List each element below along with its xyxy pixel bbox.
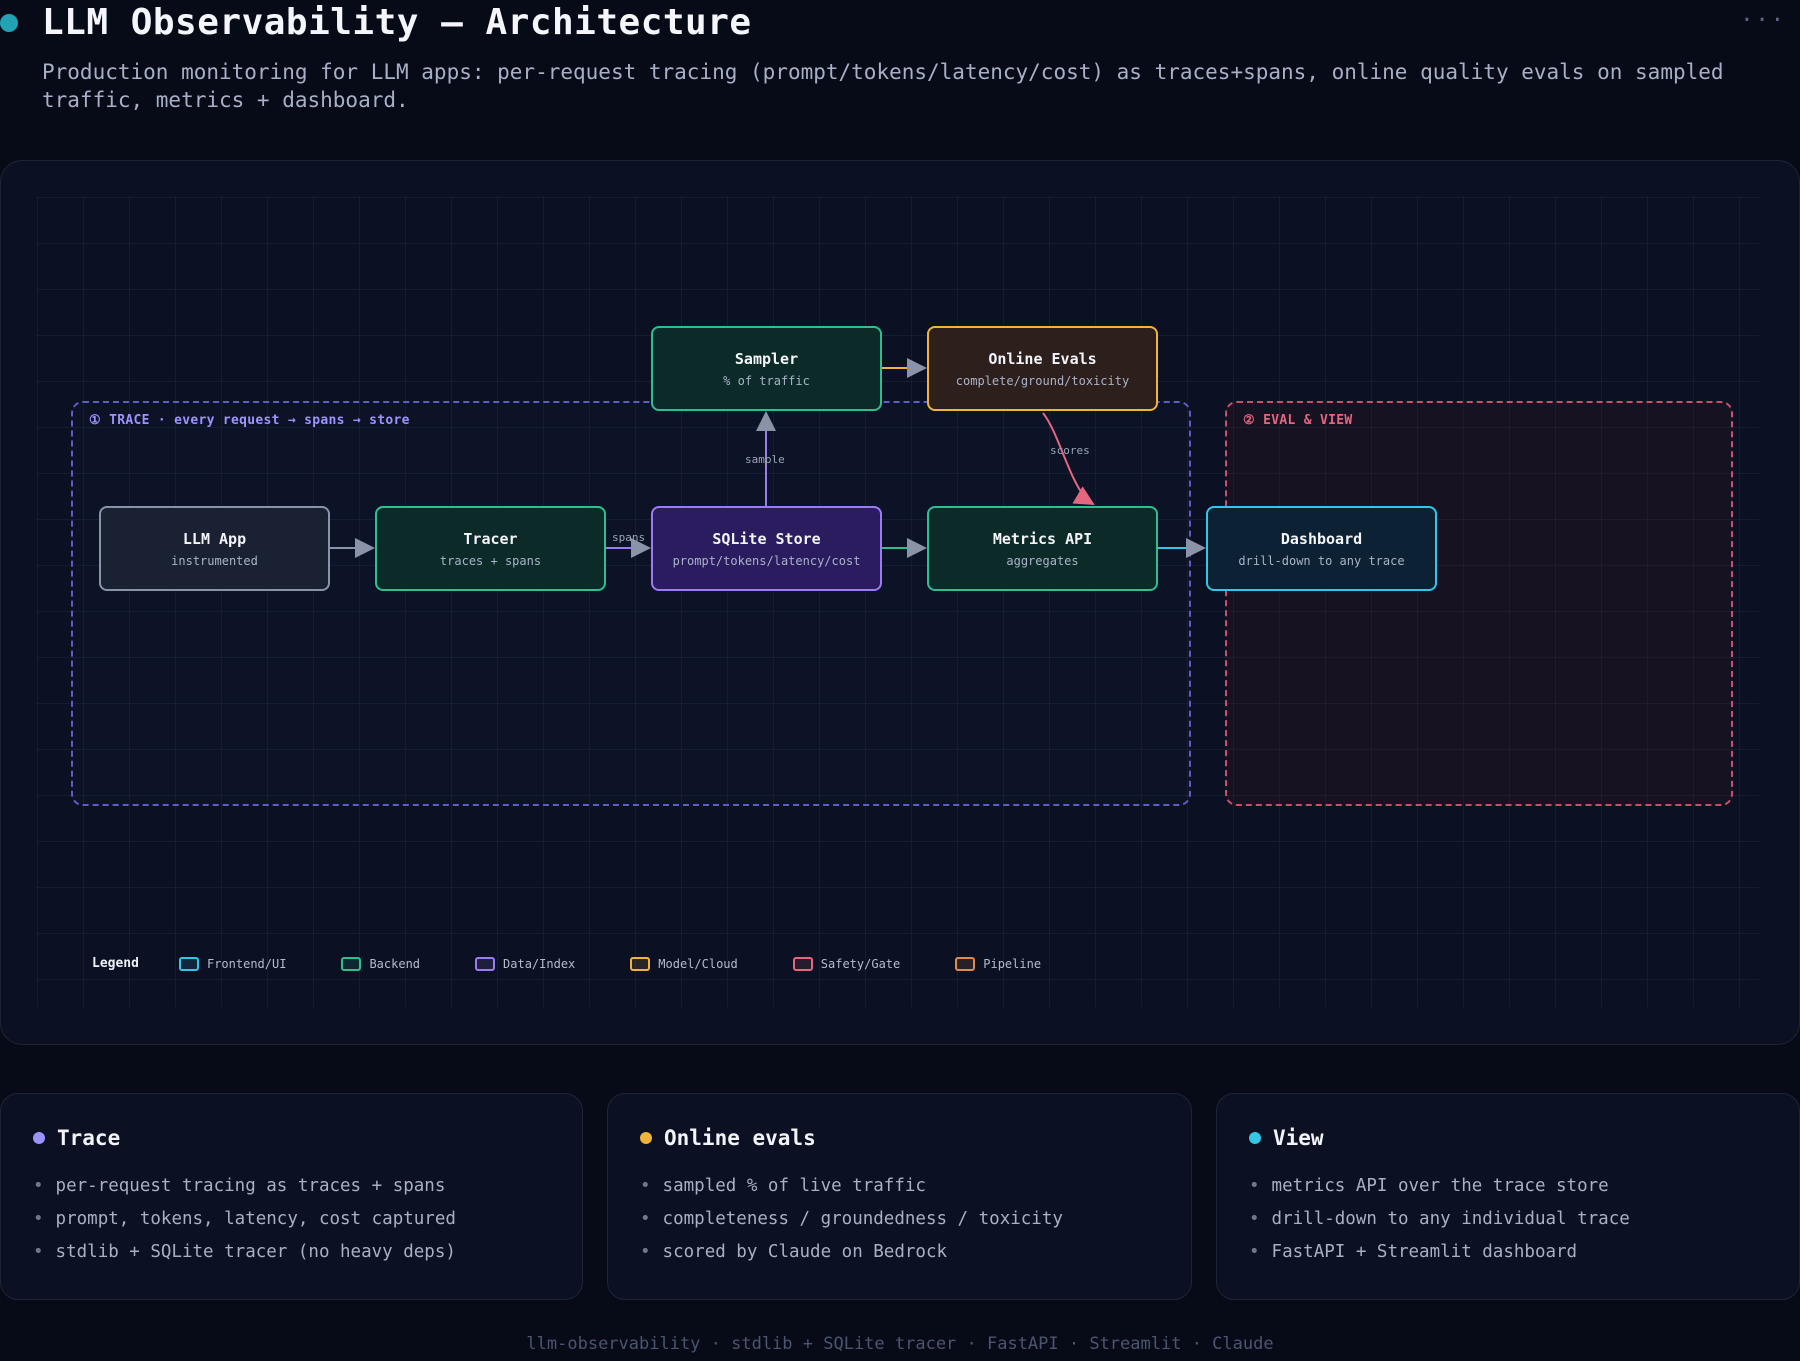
card-title: Trace bbox=[57, 1126, 121, 1150]
card-title: Online evals bbox=[664, 1126, 816, 1150]
legend-swatch bbox=[341, 956, 362, 971]
node-metrics-api[interactable]: Metrics API aggregates bbox=[927, 506, 1158, 591]
edge-layer: spans sample scores bbox=[330, 358, 1206, 558]
list-item: completeness / groundedness / toxicity bbox=[640, 1203, 1063, 1236]
legend: Legend Frontend/UI Backend Data/Index Mo… bbox=[92, 956, 1096, 971]
node-subtitle: complete/ground/toxicity bbox=[955, 373, 1130, 388]
list-item: scored by Claude on Bedrock bbox=[640, 1236, 1063, 1269]
legend-swatch bbox=[178, 956, 199, 971]
node-sampler[interactable]: Sampler % of traffic bbox=[651, 326, 882, 411]
legend-item-safety-gate: Safety/Gate bbox=[792, 956, 901, 971]
node-title: Tracer bbox=[463, 529, 518, 548]
list-item: FastAPI + Streamlit dashboard bbox=[1249, 1236, 1630, 1269]
card-list: sampled % of live traffic completeness /… bbox=[640, 1170, 1063, 1269]
legend-label: Pipeline bbox=[983, 956, 1042, 971]
page-title: LLM Observability — Architecture bbox=[42, 2, 752, 43]
edge-label-spans: spans bbox=[612, 531, 645, 544]
legend-label: Frontend/UI bbox=[206, 956, 287, 971]
node-title: Online Evals bbox=[988, 349, 1097, 368]
node-online-evals[interactable]: Online Evals complete/ground/toxicity bbox=[927, 326, 1158, 411]
card-dot bbox=[640, 1132, 652, 1144]
list-item: sampled % of live traffic bbox=[640, 1170, 1063, 1203]
legend-label: Safety/Gate bbox=[820, 956, 901, 971]
node-title: SQLite Store bbox=[712, 529, 821, 548]
legend-item-data-index: Data/Index bbox=[475, 956, 576, 971]
node-title: Metrics API bbox=[992, 529, 1093, 548]
list-item: metrics API over the trace store bbox=[1249, 1170, 1630, 1203]
node-subtitle: % of traffic bbox=[723, 373, 810, 388]
list-item: drill-down to any individual trace bbox=[1249, 1203, 1630, 1236]
list-item: stdlib + SQLite tracer (no heavy deps) bbox=[33, 1236, 456, 1269]
edge-evals-metrics bbox=[1042, 412, 1095, 506]
card-online-evals: Online evals sampled % of live traffic c… bbox=[607, 1093, 1192, 1300]
architecture-diagram: ① TRACE · every request → spans → store … bbox=[0, 160, 1800, 1045]
legend-item-model-cloud: Model/Cloud bbox=[630, 956, 738, 971]
node-title: Sampler bbox=[734, 349, 799, 368]
node-subtitle: traces + spans bbox=[439, 553, 542, 568]
node-tracer[interactable]: Tracer traces + spans bbox=[375, 506, 606, 591]
card-list: metrics API over the trace store drill-d… bbox=[1249, 1170, 1630, 1269]
list-item: prompt, tokens, latency, cost captured bbox=[33, 1203, 456, 1236]
legend-label: Backend bbox=[369, 956, 421, 971]
legend-swatch bbox=[955, 956, 976, 971]
node-subtitle: prompt/tokens/latency/cost bbox=[672, 553, 861, 568]
more-dots-icon[interactable]: ··· bbox=[1740, 8, 1786, 33]
footer: llm-observability · stdlib + SQLite trac… bbox=[526, 1334, 1274, 1354]
legend-title: Legend bbox=[92, 956, 139, 971]
edge-label-sample: sample bbox=[745, 453, 785, 466]
legend-item-pipeline: Pipeline bbox=[955, 956, 1042, 971]
legend-swatch bbox=[475, 956, 496, 971]
card-view: View metrics API over the trace store dr… bbox=[1216, 1093, 1800, 1300]
node-subtitle: instrumented bbox=[171, 553, 258, 568]
node-sqlite-store[interactable]: SQLite Store prompt/tokens/latency/cost bbox=[651, 506, 882, 591]
card-title: View bbox=[1273, 1126, 1324, 1150]
card-dot bbox=[1249, 1132, 1261, 1144]
legend-item-frontend: Frontend/UI bbox=[178, 956, 287, 971]
node-title: LLM App bbox=[182, 529, 247, 548]
node-dashboard[interactable]: Dashboard drill-down to any trace bbox=[1206, 506, 1437, 591]
legend-label: Data/Index bbox=[503, 956, 576, 971]
node-title: Dashboard bbox=[1280, 529, 1363, 548]
card-trace: Trace per-request tracing as traces + sp… bbox=[0, 1093, 583, 1300]
list-item: per-request tracing as traces + spans bbox=[33, 1170, 456, 1203]
page-subtitle: Production monitoring for LLM apps: per-… bbox=[42, 60, 1724, 112]
status-dot bbox=[0, 14, 18, 32]
node-llm-app[interactable]: LLM App instrumented bbox=[99, 506, 330, 591]
node-subtitle: aggregates bbox=[1006, 553, 1079, 568]
edge-label-scores: scores bbox=[1050, 444, 1090, 457]
legend-swatch bbox=[630, 956, 651, 971]
legend-item-backend: Backend bbox=[341, 956, 421, 971]
legend-swatch bbox=[792, 956, 813, 971]
card-dot bbox=[33, 1132, 45, 1144]
legend-label: Model/Cloud bbox=[658, 956, 738, 971]
node-subtitle: drill-down to any trace bbox=[1238, 553, 1405, 568]
card-list: per-request tracing as traces + spans pr… bbox=[33, 1170, 456, 1269]
